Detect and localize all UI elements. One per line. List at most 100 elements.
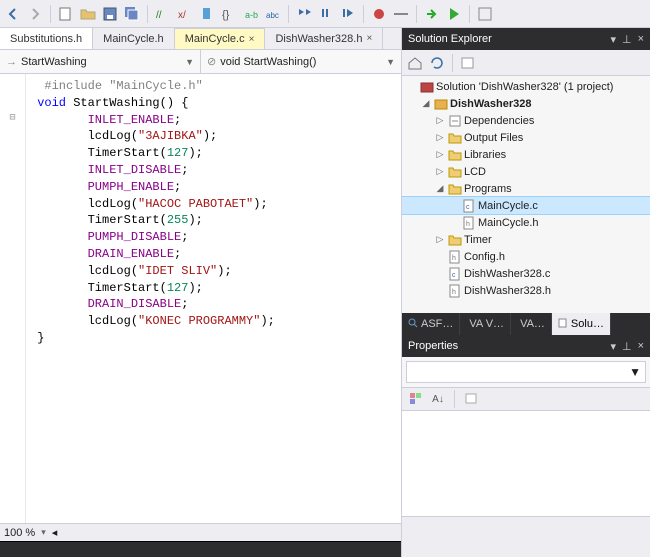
zoom-level[interactable]: 100 % xyxy=(4,527,35,539)
step-green-button[interactable] xyxy=(423,5,441,23)
categorized-button[interactable] xyxy=(408,391,424,407)
twist-open-icon[interactable]: ◢ xyxy=(420,98,432,109)
close-icon[interactable]: × xyxy=(366,33,372,44)
output-panel-header[interactable] xyxy=(0,541,401,557)
file-tab-label: MainCycle.h xyxy=(103,33,164,45)
tool-tab[interactable]: ASF… xyxy=(402,313,460,335)
tree-row[interactable]: ◢Programs xyxy=(402,180,650,197)
braces-button[interactable]: {} xyxy=(220,5,238,23)
replace-button[interactable]: abc xyxy=(264,5,282,23)
properties-object-dropdown[interactable]: ▼ xyxy=(406,361,646,383)
tree-row[interactable]: ▷Dependencies xyxy=(402,112,650,129)
scope-dropdown[interactable]: → StartWashing ▼ xyxy=(0,50,201,73)
tree-row[interactable]: Solution 'DishWasher328' (1 project) xyxy=(402,78,650,95)
outline-gutter[interactable]: ⊟ xyxy=(0,74,26,523)
stop-button[interactable] xyxy=(392,5,410,23)
svg-text:{}: {} xyxy=(222,9,230,21)
tree-label: DishWasher328.h xyxy=(464,285,551,297)
tool-tab[interactable]: Solu… xyxy=(552,313,611,335)
tree-row[interactable]: cMainCycle.c xyxy=(402,197,650,214)
tree-row[interactable]: ▷ LCD xyxy=(402,163,650,180)
file-tab[interactable]: DishWasher328.h × xyxy=(265,28,383,49)
panel-close-button[interactable]: × xyxy=(638,33,644,46)
tree-row[interactable]: ▷Libraries xyxy=(402,146,650,163)
sol-icon xyxy=(420,80,434,94)
refresh-button[interactable] xyxy=(428,54,446,72)
file-tab-label: DishWasher328.h xyxy=(275,33,362,45)
step-in-button[interactable] xyxy=(295,5,313,23)
save-all-button[interactable] xyxy=(123,5,141,23)
twist-closed-icon[interactable]: ▷ xyxy=(434,132,446,143)
editor-nav-bar: → StartWashing ▼ ⊘void StartWashing() ▼ xyxy=(0,50,401,74)
step-over-button[interactable] xyxy=(317,5,335,23)
twist-closed-icon[interactable]: ▷ xyxy=(434,149,446,160)
code-line: TimerStart(255); xyxy=(30,212,275,229)
fld-icon xyxy=(448,148,462,162)
file-tab[interactable]: Substitutions.h xyxy=(0,28,93,49)
panel-dropdown-button[interactable]: ▾ xyxy=(610,33,616,46)
overflow-button[interactable] xyxy=(476,5,494,23)
nav-back-button[interactable] xyxy=(4,5,22,23)
tree-row[interactable]: hMainCycle.h xyxy=(402,214,650,231)
uncomment-button[interactable]: x/ xyxy=(176,5,194,23)
file-tab[interactable]: MainCycle.h xyxy=(93,28,175,49)
code-editor[interactable]: ⊟ #include "MainCycle.h" void StartWashi… xyxy=(0,74,401,523)
tree-row[interactable]: ▷ Timer xyxy=(402,231,650,248)
panel-pin-button[interactable]: ⊥ xyxy=(622,340,632,353)
scope-prefix-icon: → xyxy=(6,56,17,68)
properties-header: Properties ▾ ⊥ × xyxy=(402,335,650,357)
tree-row[interactable]: hDishWasher328.h xyxy=(402,282,650,299)
panel-close-button[interactable]: × xyxy=(638,340,644,353)
new-button[interactable] xyxy=(57,5,75,23)
file-tab[interactable]: MainCycle.c× xyxy=(175,28,266,49)
breakpoint-button[interactable] xyxy=(370,5,388,23)
member-dropdown[interactable]: ⊘void StartWashing() ▼ xyxy=(201,50,401,73)
comment-button[interactable]: // xyxy=(154,5,172,23)
alphabetical-button[interactable]: A↓ xyxy=(430,391,446,407)
panel-pin-button[interactable]: ⊥ xyxy=(622,33,632,46)
svg-text:c: c xyxy=(452,272,456,279)
panel-dropdown-button[interactable]: ▾ xyxy=(610,340,616,353)
code-line: PUMPH_ENABLE; xyxy=(30,179,275,196)
twist-open-icon[interactable]: ◢ xyxy=(434,183,446,194)
chevron-down-icon: ▼ xyxy=(185,57,194,67)
svg-text://: // xyxy=(156,10,162,21)
twist-closed-icon[interactable]: ▷ xyxy=(434,115,446,126)
save-button[interactable] xyxy=(101,5,119,23)
svg-text:a-b: a-b xyxy=(245,10,258,20)
show-all-button[interactable] xyxy=(459,54,477,72)
property-pages-button[interactable] xyxy=(463,391,479,407)
fld-icon xyxy=(448,165,462,179)
tree-row[interactable]: ◢ DishWasher328 xyxy=(402,95,650,112)
c-icon: c xyxy=(462,199,476,213)
properties-grid[interactable] xyxy=(402,411,650,517)
twist-closed-icon[interactable]: ▷ xyxy=(434,234,446,245)
scope-text: StartWashing xyxy=(21,56,87,68)
tool-tab[interactable]: VA V… xyxy=(460,313,511,335)
nav-forward-button[interactable] xyxy=(26,5,44,23)
find-button[interactable]: a-b xyxy=(242,5,260,23)
step-next-button[interactable] xyxy=(339,5,357,23)
mag-icon xyxy=(408,318,418,331)
h-scroll-left[interactable]: ◂ xyxy=(52,526,66,539)
tree-row[interactable]: ▷Output Files xyxy=(402,129,650,146)
editor-column: Substitutions.hMainCycle.hMainCycle.c×Di… xyxy=(0,28,402,557)
h-icon: h xyxy=(448,284,462,298)
tree-row[interactable]: cDishWasher328.c xyxy=(402,265,650,282)
solution-tree[interactable]: Solution 'DishWasher328' (1 project) ◢ Dis… xyxy=(402,76,650,313)
tree-label: DishWasher328 xyxy=(450,98,532,110)
svg-text:c: c xyxy=(466,204,470,211)
svg-text:h: h xyxy=(466,221,470,228)
tree-label: LCD xyxy=(464,166,486,178)
open-button[interactable] xyxy=(79,5,97,23)
tool-tab[interactable]: VA… xyxy=(511,313,552,335)
home-button[interactable] xyxy=(406,54,424,72)
close-icon[interactable]: × xyxy=(249,34,255,45)
twist-closed-icon[interactable]: ▷ xyxy=(434,166,446,177)
play-button[interactable] xyxy=(445,5,463,23)
tree-row[interactable]: hConfig.h xyxy=(402,248,650,265)
bookmark-button[interactable] xyxy=(198,5,216,23)
tree-label: Timer xyxy=(464,234,492,246)
zoom-chevron-icon[interactable]: ▾ xyxy=(41,527,46,538)
fld-icon xyxy=(448,233,462,247)
